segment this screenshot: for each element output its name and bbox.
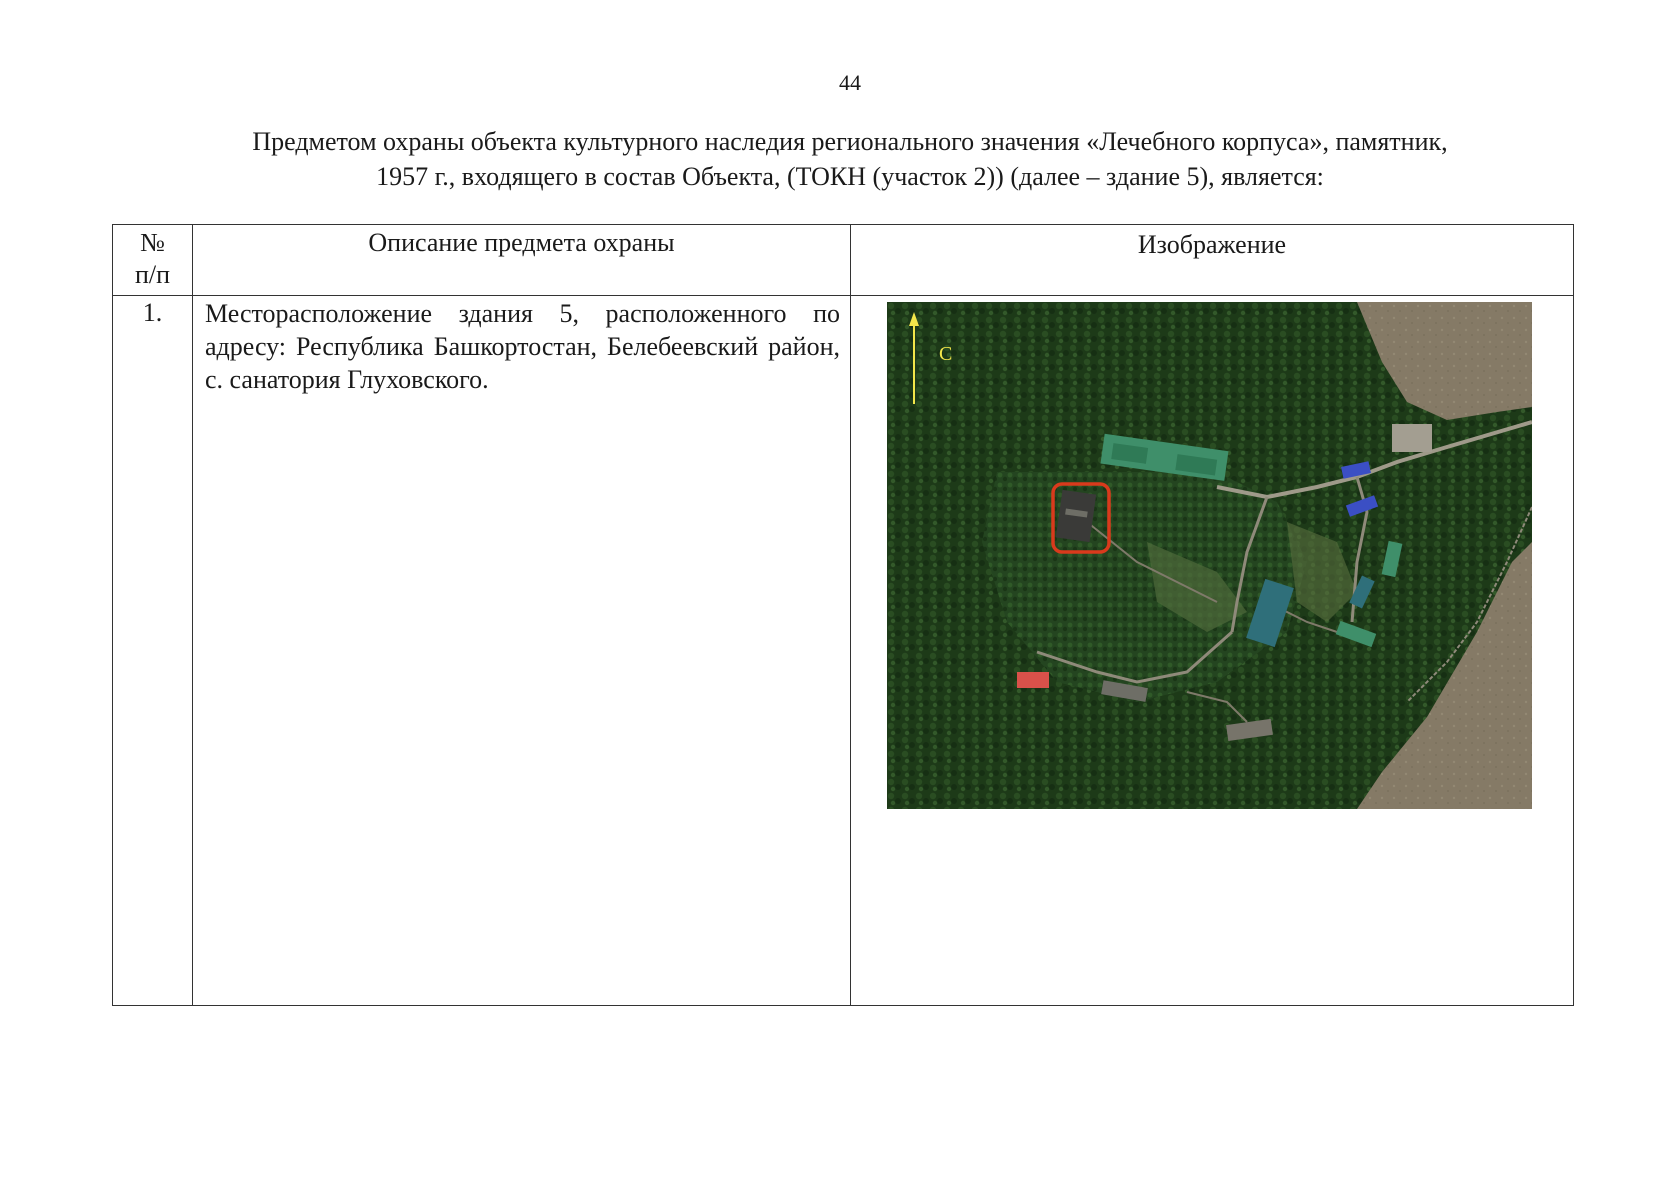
header-description: Описание предмета охраны [192, 224, 851, 296]
row-number: 1. [112, 295, 193, 1006]
header-number: № п/п [112, 224, 193, 296]
satellite-map-image: С [887, 302, 1532, 809]
protection-subject-table: № п/п Описание предмета охраны Изображен… [112, 224, 1574, 1006]
row-description-text: Месторасположение здания 5, расположенно… [205, 299, 840, 394]
row-image-cell: С [850, 295, 1574, 1006]
north-label: С [939, 343, 952, 365]
header-number-abbr: п/п [134, 260, 171, 289]
row-description: Месторасположение здания 5, расположенно… [192, 295, 851, 1006]
header-image: Изображение [850, 224, 1574, 296]
page-heading: Предметом охраны объекта культурного нас… [150, 124, 1550, 194]
table-header-row: № п/п Описание предмета охраны Изображен… [112, 224, 1574, 296]
map-parking [1392, 424, 1432, 452]
table-row: 1. Месторасположение здания 5, расположе… [112, 295, 1574, 1006]
heading-line-1: Предметом охраны объекта культурного нас… [252, 127, 1448, 156]
heading-line-2: 1957 г., входящего в состав Объекта, (ТО… [376, 162, 1324, 191]
map-building-red [1017, 672, 1049, 688]
page-number: 44 [839, 70, 861, 95]
header-number-symbol: № [140, 228, 165, 257]
